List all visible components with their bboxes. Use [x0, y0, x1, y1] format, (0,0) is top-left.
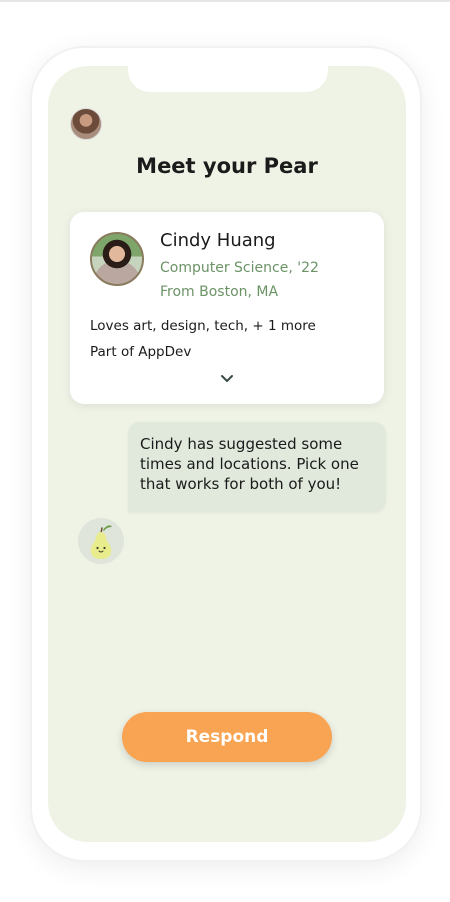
pear-mascot-icon [78, 518, 124, 564]
chevron-down-icon[interactable] [220, 372, 234, 386]
phone-notch [128, 66, 328, 92]
match-name: Cindy Huang [160, 230, 276, 251]
match-hometown: From Boston, MA [160, 284, 279, 300]
match-major: Computer Science, '22 [160, 260, 319, 276]
match-club: Part of AppDev [90, 344, 192, 360]
match-profile-card[interactable]: Cindy Huang Computer Science, '22 From B… [70, 212, 384, 404]
chat-message-bubble: Cindy has suggested some times and locat… [128, 422, 386, 512]
match-interests: Loves art, design, tech, + 1 more [90, 318, 316, 334]
app-screen: Meet your Pear Cindy Huang Computer Scie… [48, 66, 406, 842]
phone-frame: Meet your Pear Cindy Huang Computer Scie… [30, 46, 422, 862]
user-avatar[interactable] [70, 108, 102, 140]
top-divider [0, 0, 450, 2]
page-title: Meet your Pear [136, 154, 318, 178]
respond-button[interactable]: Respond [122, 712, 332, 762]
match-avatar [90, 232, 144, 286]
